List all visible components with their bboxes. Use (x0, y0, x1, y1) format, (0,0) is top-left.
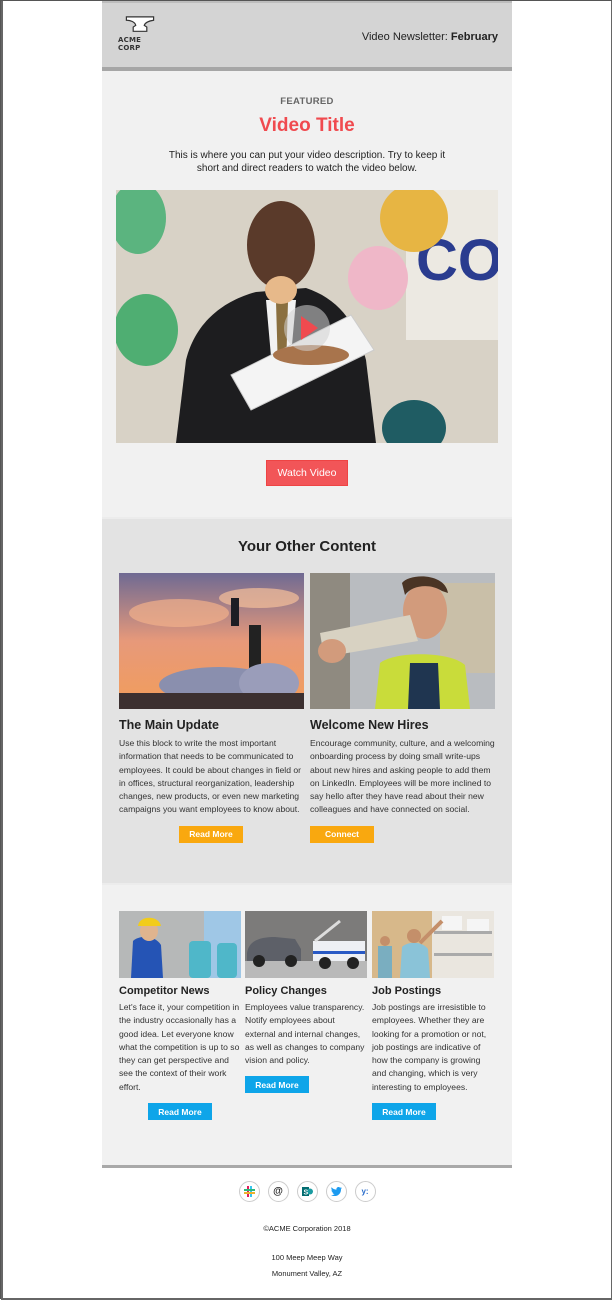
video-description: This is where you can put your video des… (168, 150, 446, 174)
address-line-1: 100 Meep Meep Way (271, 1253, 343, 1262)
anvil-icon (125, 16, 155, 32)
yammer-icon[interactable]: y: (354, 1181, 376, 1202)
video-thumbnail[interactable]: CO (116, 190, 498, 443)
play-icon[interactable] (284, 304, 330, 351)
newsletter-title: Video Newsletter: February (362, 31, 498, 43)
content-card: The Main Update Use this block to write … (119, 573, 304, 843)
twitter-icon[interactable] (325, 1181, 347, 1202)
card-image[interactable] (372, 911, 494, 978)
three-column-section: Competitor News Let's face it, your comp… (102, 883, 512, 1165)
newsletter-email: ACME CORP Video Newsletter: February FEA… (102, 1, 512, 1308)
workplace-icon[interactable]: @ (267, 1181, 289, 1202)
logo-text: ACME CORP (118, 36, 142, 52)
email-header: ACME CORP Video Newsletter: February (102, 1, 512, 67)
card-title: Welcome New Hires (310, 718, 429, 732)
card-title: The Main Update (119, 718, 220, 732)
read-more-button[interactable]: Read More (148, 1103, 212, 1121)
content-card: Welcome New Hires Encourage community, c… (310, 573, 495, 843)
card-body: Let's face it, your competition in the i… (119, 1002, 240, 1092)
card-title: Policy Changes (245, 985, 327, 997)
card-image[interactable] (245, 911, 367, 978)
card-title: Competitor News (119, 985, 210, 997)
card-body: Employees value transparency. Notify emp… (245, 1002, 365, 1066)
card-image[interactable] (119, 573, 304, 709)
read-more-button[interactable]: Read More (179, 825, 243, 843)
read-more-button[interactable]: Read More (372, 1103, 436, 1121)
featured-section: FEATURED Video Title This is where you c… (102, 71, 512, 517)
card-image[interactable] (310, 573, 495, 709)
svg-text:S: S (303, 1190, 308, 1197)
other-content-heading: Your Other Content (237, 538, 377, 555)
featured-label: FEATURED (280, 96, 334, 107)
card-body: Use this block to write the most importa… (119, 738, 302, 815)
newsletter-month: February (450, 31, 498, 43)
watch-video-button[interactable]: Watch Video (266, 460, 348, 486)
card-body: Encourage community, culture, and a welc… (310, 738, 495, 815)
acme-logo[interactable]: ACME CORP (118, 16, 162, 52)
sharepoint-icon[interactable]: S (296, 1181, 318, 1202)
copyright-text: ©ACME Corporation 2018 (263, 1224, 351, 1233)
social-links: @ S y: (102, 1181, 512, 1202)
other-content-section: Your Other Content The Main Update Use t… (102, 517, 512, 883)
card-image[interactable] (119, 911, 241, 978)
connect-button[interactable]: Connect (310, 825, 374, 843)
content-card: Policy Changes Employees value transpare… (245, 911, 367, 1094)
card-title: Job Postings (372, 985, 442, 997)
card-body: Job postings are irresistible to employe… (372, 1002, 487, 1092)
read-more-button[interactable]: Read More (245, 1076, 309, 1094)
newsletter-title-prefix: Video Newsletter: (361, 31, 451, 43)
address-line-2: Monument Valley, AZ (271, 1269, 343, 1278)
content-card: Competitor News Let's face it, your comp… (119, 911, 241, 1121)
video-title: Video Title (259, 115, 355, 136)
content-card: Job Postings Job postings are irresistib… (372, 911, 494, 1121)
slack-icon[interactable] (238, 1181, 260, 1202)
email-footer: @ S y: ©ACME Corporation 2018 100 Meep M… (102, 1168, 512, 1308)
